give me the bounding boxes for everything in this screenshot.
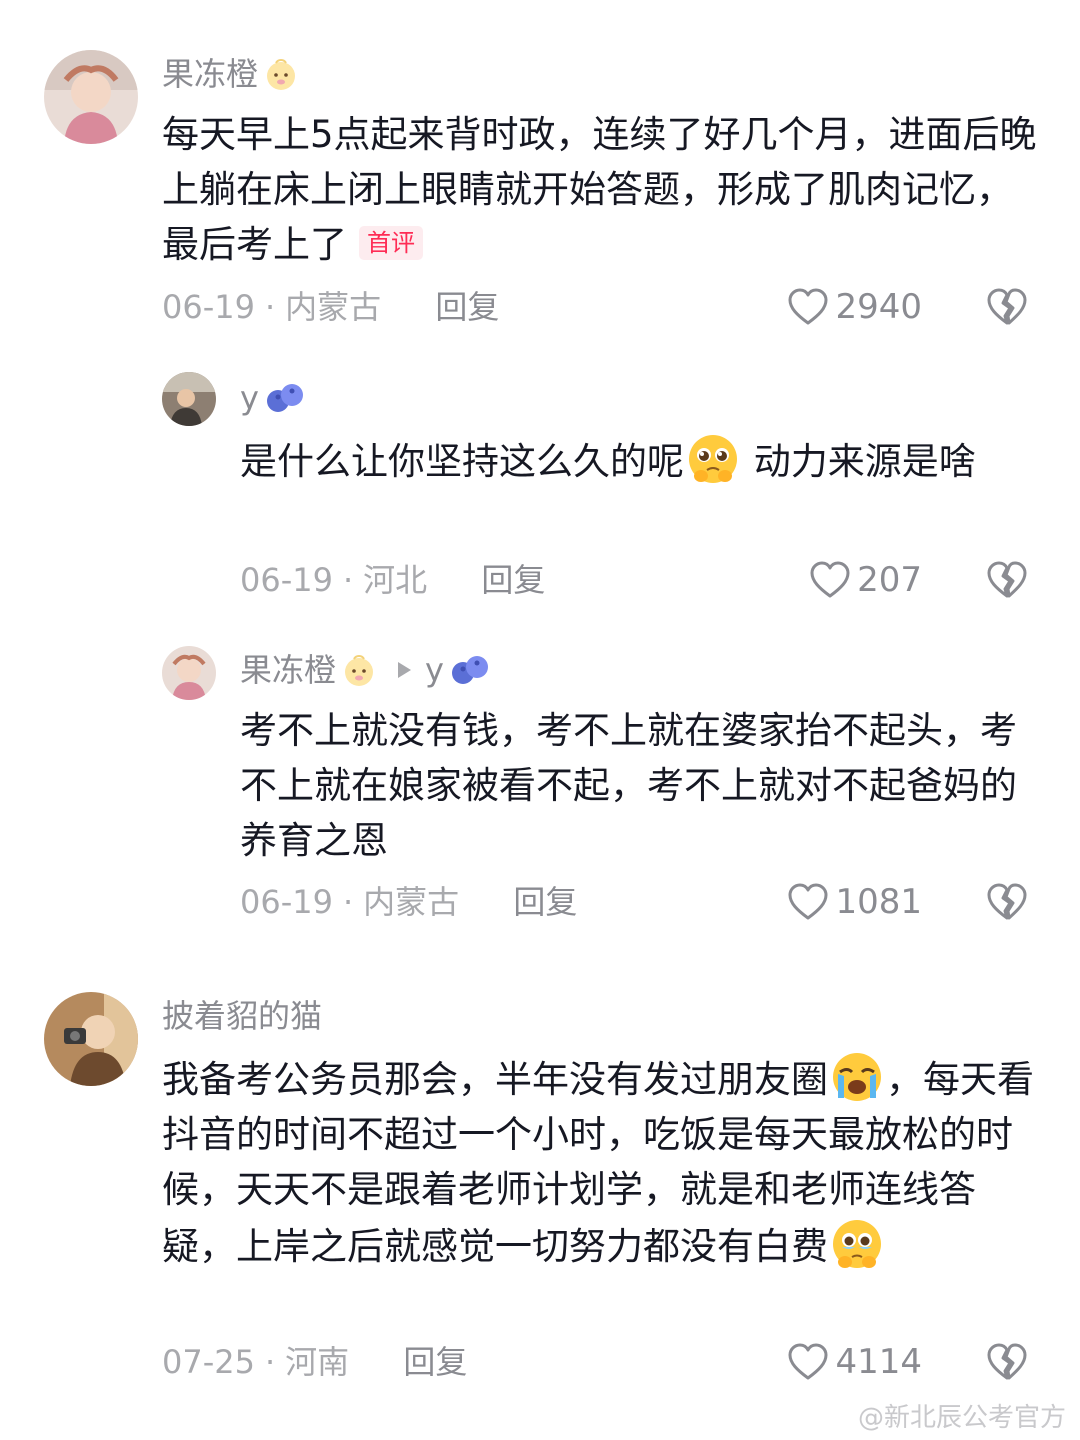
watermark: @新北辰公考官方 xyxy=(857,1403,1066,1433)
comment-date: 07-25 xyxy=(162,1343,255,1381)
username[interactable]: y xyxy=(240,378,259,418)
like-count: 4114 xyxy=(835,1342,922,1382)
comment-text: 我备考公务员那会，半年没有发过朋友圈 ，每天看抖音的时间不超过一个小时，吃饭是每天… xyxy=(162,1050,1042,1274)
reply-button[interactable]: 回复 xyxy=(403,1343,467,1381)
comment-text: 是什么让你坚持这么久的呢 动力来源是啥 xyxy=(240,432,1010,489)
reply-button[interactable]: 回复 xyxy=(513,883,577,921)
heart-icon xyxy=(787,287,829,327)
separator: · xyxy=(264,288,276,326)
comment-meta: 07-25 · 河南 回复 xyxy=(162,1342,467,1382)
dislike-icon[interactable] xyxy=(986,560,1028,600)
avatar[interactable] xyxy=(44,992,138,1086)
comment-location: 内蒙古 xyxy=(363,883,460,921)
separator: · xyxy=(264,1343,276,1381)
comment-item: 披着貂的猫 我备考公务员那会，半年没有发过朋友圈 ，每天看抖音的时间不超过一个小时… xyxy=(0,970,1080,1440)
like-button[interactable]: 2940 xyxy=(787,287,922,327)
comment-body: 每天早上5点起来背时政，连续了好几个月，进面后晚上躺在床上闭上眼睛就开始答题，形… xyxy=(162,113,1037,266)
first-comment-tag: 首评 xyxy=(359,226,423,260)
avatar[interactable] xyxy=(162,646,216,700)
heart-icon xyxy=(787,1342,829,1382)
avatar-photo-icon xyxy=(44,50,138,144)
reply-to-username[interactable]: y xyxy=(425,650,444,690)
username[interactable]: 披着貂的猫 xyxy=(162,996,322,1036)
comment-text: 每天早上5点起来背时政，连续了好几个月，进面后晚上躺在床上闭上眼睛就开始答题，形… xyxy=(162,107,1042,272)
dislike-icon[interactable] xyxy=(986,287,1028,327)
comment-date: 06-19 xyxy=(162,288,255,326)
reply-button[interactable]: 回复 xyxy=(435,288,499,326)
comment-text: 考不上就没有钱，考不上就在婆家抬不起头，考不上就在娘家被看不起，考不上就对不起爸… xyxy=(240,703,1020,868)
like-count: 2940 xyxy=(835,287,922,327)
comment-item: 果冻橙 每天早上5点起来背时政，连续了好几个月，进面后晚上躺在床上闭上眼睛就开始… xyxy=(0,0,1080,350)
comment-meta: 06-19 · 河北 回复 xyxy=(240,560,545,600)
like-button[interactable]: 207 xyxy=(809,560,922,600)
dislike-icon[interactable] xyxy=(986,882,1028,922)
baby-emoji-icon xyxy=(264,57,298,91)
comment-date: 06-19 xyxy=(240,561,333,599)
avatar-photo-icon xyxy=(162,372,216,426)
like-count: 1081 xyxy=(835,882,922,922)
comment-location: 河北 xyxy=(363,561,428,599)
comment-body: 是什么让你坚持这么久的呢 xyxy=(240,440,684,483)
dislike-icon[interactable] xyxy=(986,1342,1028,1382)
reply-item: 果冻橙 y 考不上就没有钱，考不上就在婆家抬不起头，考不上就在娘家被看不起，考不… xyxy=(0,640,1080,970)
baby-emoji-icon xyxy=(342,653,376,687)
avatar[interactable] xyxy=(162,372,216,426)
holding-back-tears-emoji-icon xyxy=(830,1217,884,1271)
username[interactable]: 果冻橙 xyxy=(240,650,336,690)
comment-meta: 06-19 · 内蒙古 回复 xyxy=(240,882,577,922)
username[interactable]: 果冻橙 xyxy=(162,54,258,94)
comment-meta: 06-19 · 内蒙古 回复 xyxy=(162,287,499,327)
heart-icon xyxy=(809,560,851,600)
comment-body-continued: 动力来源是啥 xyxy=(742,440,976,483)
reply-arrow-icon xyxy=(398,662,412,678)
comment-location: 内蒙古 xyxy=(285,288,382,326)
like-button[interactable]: 4114 xyxy=(787,1342,922,1382)
avatar-photo-icon xyxy=(162,646,216,700)
separator: · xyxy=(342,883,354,921)
pleading-emoji-icon xyxy=(686,432,740,486)
separator: · xyxy=(342,561,354,599)
like-button[interactable]: 1081 xyxy=(787,882,922,922)
reply-item: y 是什么让你坚持这么久的呢 动力来源是啥 06-19 · 河北 回复 207 xyxy=(0,350,1080,640)
reply-button[interactable]: 回复 xyxy=(481,561,545,599)
comment-body: 我备考公务员那会，半年没有发过朋友圈 xyxy=(162,1058,828,1101)
avatar[interactable] xyxy=(44,50,138,144)
blueberry-emoji-icon xyxy=(265,381,305,415)
comment-body: 考不上就没有钱，考不上就在婆家抬不起头，考不上就在娘家被看不起，考不上就对不起爸… xyxy=(240,709,1017,862)
avatar-photo-icon xyxy=(44,992,138,1086)
heart-icon xyxy=(787,882,829,922)
blueberry-emoji-icon xyxy=(450,653,490,687)
comment-date: 06-19 xyxy=(240,883,333,921)
like-count: 207 xyxy=(857,560,922,600)
loudly-crying-emoji-icon xyxy=(830,1050,884,1104)
comment-location: 河南 xyxy=(285,1343,350,1381)
